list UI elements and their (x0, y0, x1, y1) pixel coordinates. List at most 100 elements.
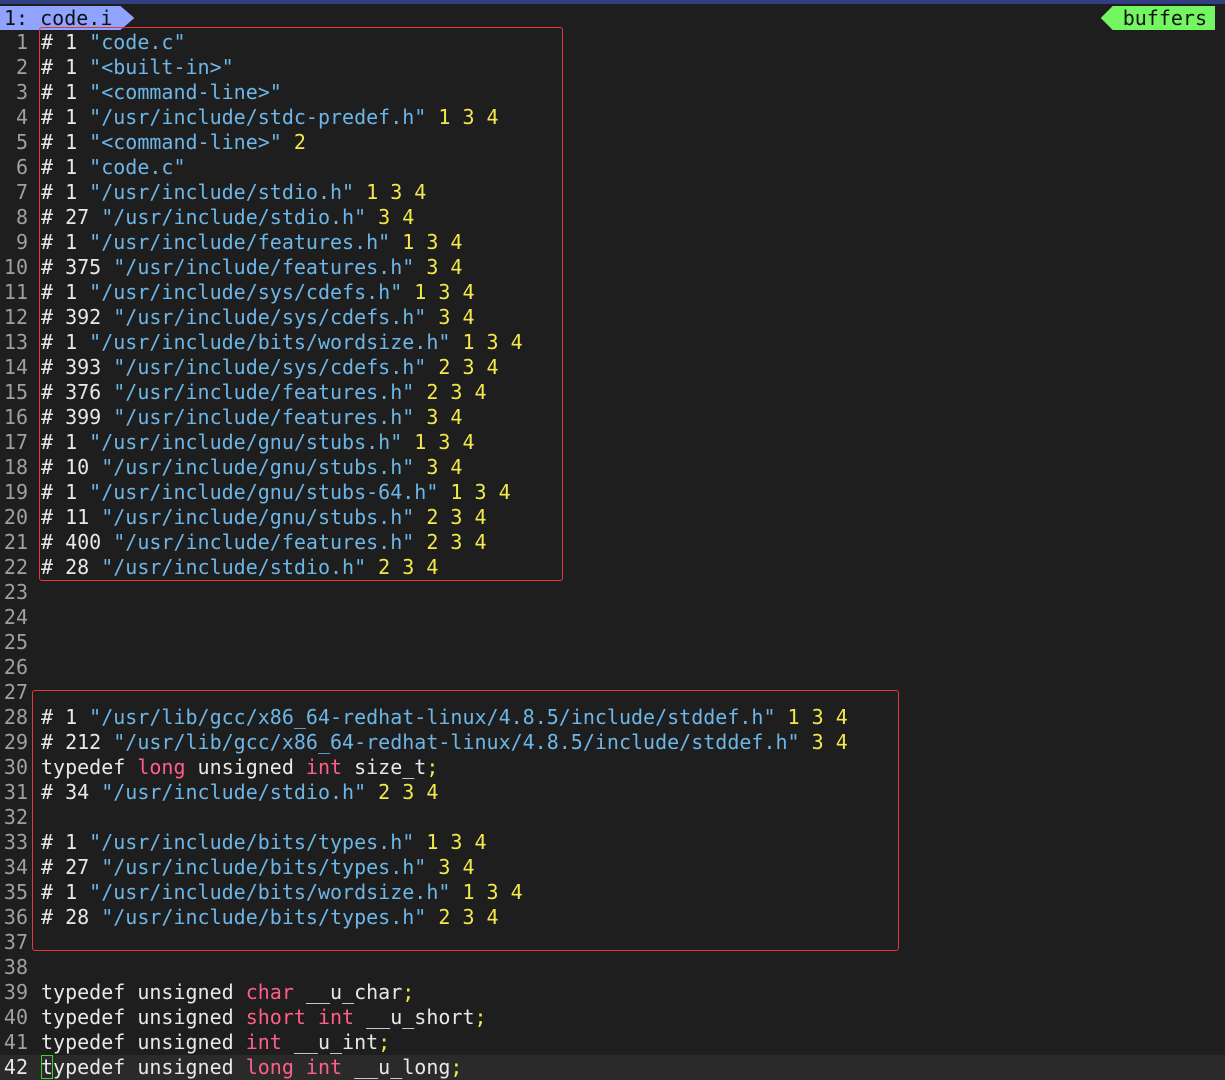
code-line[interactable]: 40 typedef unsigned short int __u_short; (0, 1005, 1225, 1030)
code-line[interactable]: 37 (0, 930, 1225, 955)
line-content: # 1 "code.c" (41, 30, 186, 55)
code-line[interactable]: 38 (0, 955, 1225, 980)
buffers-indicator[interactable]: buffers (1100, 6, 1215, 30)
code-token: # 1 (41, 230, 90, 254)
line-content: typedef long unsigned int size_t; (41, 755, 438, 780)
line-number: 35 (3, 880, 28, 904)
code-token: typedef unsigned (41, 1030, 246, 1054)
line-number: 34 (3, 855, 28, 879)
code-line[interactable]: 32 (0, 805, 1225, 830)
line-number: 2 (15, 55, 28, 79)
line-number: 29 (3, 730, 28, 754)
code-token: "/usr/include/gnu/stubs.h" (89, 430, 403, 454)
line-number: 33 (3, 830, 28, 854)
code-line[interactable]: 18 # 10 "/usr/include/gnu/stubs.h" 3 4 (0, 455, 1225, 480)
code-line[interactable]: 27 (0, 680, 1225, 705)
line-number: 8 (15, 205, 28, 229)
code-token: ; (474, 1005, 487, 1029)
line-number: 7 (15, 180, 28, 204)
code-line[interactable]: 24 (0, 605, 1225, 630)
code-line[interactable]: 33 # 1 "/usr/include/bits/types.h" 1 3 4 (0, 830, 1225, 855)
line-number: 41 (3, 1030, 28, 1054)
line-number: 6 (15, 155, 28, 179)
line-content: typedef unsigned int __u_int; (41, 1030, 390, 1055)
line-content: # 1 "/usr/include/bits/wordsize.h" 1 3 4 (41, 880, 523, 905)
line-number: 19 (3, 480, 28, 504)
code-token: 3 4 (799, 730, 848, 754)
code-token: # 1 (41, 55, 90, 79)
line-content: typedef unsigned long int __u_long; (41, 1055, 462, 1080)
code-line[interactable]: 30 typedef long unsigned int size_t; (0, 755, 1225, 780)
code-line[interactable]: 34 # 27 "/usr/include/bits/types.h" 3 4 (0, 855, 1225, 880)
code-line[interactable]: 8 # 27 "/usr/include/stdio.h" 3 4 (0, 205, 1225, 230)
code-token: long (245, 1055, 294, 1079)
line-number: 10 (3, 255, 28, 279)
line-number: 12 (3, 305, 28, 329)
code-token: 2 3 4 (366, 555, 439, 579)
code-line[interactable]: 25 (0, 630, 1225, 655)
code-line[interactable]: 21 # 400 "/usr/include/features.h" 2 3 4 (0, 530, 1225, 555)
line-content: # 1 "<command-line>" (41, 80, 282, 105)
code-token: "/usr/include/bits/types.h" (89, 830, 415, 854)
code-token: __u_short (354, 1005, 475, 1029)
code-line[interactable]: 9 # 1 "/usr/include/features.h" 1 3 4 (0, 230, 1225, 255)
code-token: "/usr/include/bits/wordsize.h" (89, 330, 451, 354)
code-line[interactable]: 14 # 393 "/usr/include/sys/cdefs.h" 2 3 4 (0, 355, 1225, 380)
code-line[interactable]: 5 # 1 "<command-line>" 2 (0, 130, 1225, 155)
code-token: "/usr/include/features.h" (113, 255, 415, 279)
code-line[interactable]: 42 typedef unsigned long int __u_long; (0, 1055, 1225, 1080)
code-line[interactable]: 39 typedef unsigned char __u_char; (0, 980, 1225, 1005)
code-line[interactable]: 3 # 1 "<command-line>" (0, 80, 1225, 105)
code-line[interactable]: 7 # 1 "/usr/include/stdio.h" 1 3 4 (0, 180, 1225, 205)
line-number: 39 (3, 980, 28, 1004)
code-line[interactable]: 16 # 399 "/usr/include/features.h" 3 4 (0, 405, 1225, 430)
line-number: 16 (3, 405, 28, 429)
code-token: # 1 (41, 280, 90, 304)
code-token: typedef (41, 755, 138, 779)
code-token: 2 3 4 (414, 505, 487, 529)
code-line[interactable]: 13 # 1 "/usr/include/bits/wordsize.h" 1 3… (0, 330, 1225, 355)
code-line[interactable]: 23 (0, 580, 1225, 605)
code-line[interactable]: 36 # 28 "/usr/include/bits/types.h" 2 3 4 (0, 905, 1225, 930)
code-line[interactable]: 15 # 376 "/usr/include/features.h" 2 3 4 (0, 380, 1225, 405)
line-number: 5 (15, 130, 28, 154)
code-line[interactable]: 22 # 28 "/usr/include/stdio.h" 2 3 4 (0, 555, 1225, 580)
code-line[interactable]: 1 # 1 "code.c" (0, 30, 1225, 55)
code-line[interactable]: 11 # 1 "/usr/include/sys/cdefs.h" 1 3 4 (0, 280, 1225, 305)
code-token: ypedef unsigned (53, 1055, 246, 1079)
code-line[interactable]: 12 # 392 "/usr/include/sys/cdefs.h" 3 4 (0, 305, 1225, 330)
code-line[interactable]: 28 # 1 "/usr/lib/gcc/x86_64-redhat-linux/… (0, 705, 1225, 730)
line-content: typedef unsigned short int __u_short; (41, 1005, 487, 1030)
line-number: 9 (15, 230, 28, 254)
code-line[interactable]: 19 # 1 "/usr/include/gnu/stubs-64.h" 1 3 … (0, 480, 1225, 505)
code-line[interactable]: 17 # 1 "/usr/include/gnu/stubs.h" 1 3 4 (0, 430, 1225, 455)
line-content: # 376 "/usr/include/features.h" 2 3 4 (41, 380, 487, 405)
code-line[interactable]: 20 # 11 "/usr/include/gnu/stubs.h" 2 3 4 (0, 505, 1225, 530)
code-line[interactable]: 26 (0, 655, 1225, 680)
code-line[interactable]: 6 # 1 "code.c" (0, 155, 1225, 180)
line-content: # 34 "/usr/include/stdio.h" 2 3 4 (41, 780, 438, 805)
tab-code-i[interactable]: 1: code.i (0, 6, 134, 30)
code-line[interactable]: 10 # 375 "/usr/include/features.h" 3 4 (0, 255, 1225, 280)
code-line[interactable]: 35 # 1 "/usr/include/bits/wordsize.h" 1 3… (0, 880, 1225, 905)
code-token: typedef unsigned (41, 980, 246, 1004)
line-number: 30 (3, 755, 28, 779)
line-number: 3 (15, 80, 28, 104)
line-content: # 10 "/usr/include/gnu/stubs.h" 3 4 (41, 455, 462, 480)
code-token: "/usr/include/stdio.h" (101, 780, 367, 804)
editor-pane[interactable]: 1 # 1 "code.c" 2 # 1 "<built-in>" 3 # 1 "<com… (0, 30, 1225, 1080)
code-token: __u_int (281, 1030, 379, 1054)
code-line[interactable]: 41 typedef unsigned int __u_int; (0, 1030, 1225, 1055)
code-token: 2 3 4 (426, 905, 499, 929)
code-token: "/usr/include/features.h" (113, 405, 415, 429)
code-token: # 400 (41, 530, 114, 554)
line-number: 31 (3, 780, 28, 804)
code-line[interactable]: 2 # 1 "<built-in>" (0, 55, 1225, 80)
code-line[interactable]: 29 # 212 "/usr/lib/gcc/x86_64-redhat-linu… (0, 730, 1225, 755)
code-token: # 1 (41, 830, 90, 854)
code-line[interactable]: 4 # 1 "/usr/include/stdc-predef.h" 1 3 4 (0, 105, 1225, 130)
code-token: "<built-in>" (89, 55, 234, 79)
code-token: __u_char (293, 980, 403, 1004)
code-token: 3 4 (426, 855, 475, 879)
code-line[interactable]: 31 # 34 "/usr/include/stdio.h" 2 3 4 (0, 780, 1225, 805)
